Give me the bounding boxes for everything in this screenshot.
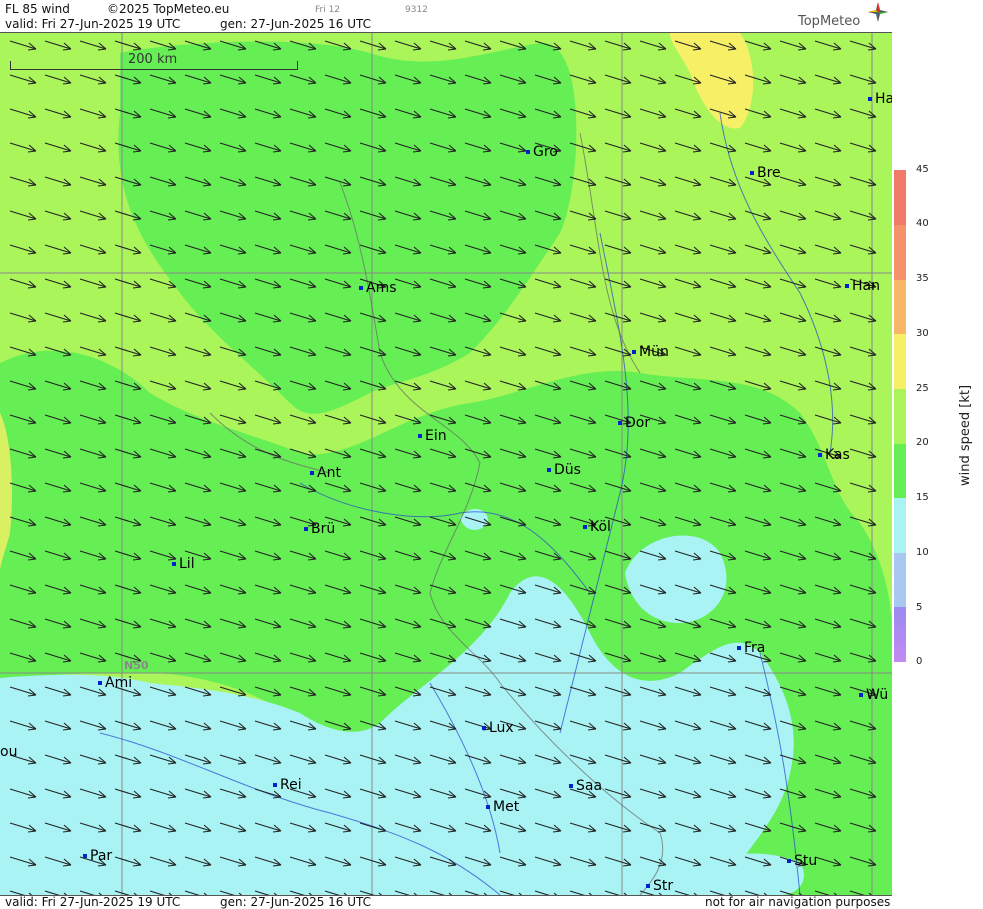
legend-band-5-10 [894,553,906,607]
legend-tick: 5 [916,602,923,613]
legend-band-20-25 [894,389,906,444]
city-label-partial: ou [0,744,18,760]
city-marker[interactable]: Mün [632,344,669,360]
city-marker[interactable]: Wü [859,687,888,703]
legend-band-0-5 [894,607,906,662]
city-dot-icon [486,805,490,809]
legend-tick: 40 [916,218,929,229]
city-dot-icon [83,854,87,858]
city-dot-icon [583,525,587,529]
city-dot-icon [868,97,872,101]
legend-band-10-15 [894,498,906,553]
generated-time: gen: 27-Jun-2025 16 UTC [220,17,372,31]
city-dot-icon [526,150,530,154]
day-tab[interactable]: Fri 12 [315,5,340,15]
city-marker[interactable]: Kas [818,447,850,463]
footer-valid-time: valid: Fri 27-Jun-2025 19 UTC [5,895,181,909]
city-dot-icon [310,471,314,475]
wind-map[interactable]: 200 km N50 Gro Ams Bre Ha Han Mün Dor Ei… [0,32,892,896]
city-marker[interactable]: Ams [359,280,397,296]
city-marker[interactable]: Bre [750,165,781,181]
city-marker[interactable]: Str [646,878,673,894]
city-dot-icon [98,681,102,685]
legend-band-15-20 [894,444,906,498]
copyright: ©2025 TopMeteo.eu [107,2,230,16]
brand-logo: TopMeteo [798,14,861,29]
city-dot-icon [618,421,622,425]
city-marker[interactable]: Ant [310,465,341,481]
legend-tick: 35 [916,273,929,284]
city-marker[interactable]: Par [83,848,112,864]
valid-time: valid: Fri 27-Jun-2025 19 UTC [5,17,181,31]
city-dot-icon [418,434,422,438]
legend-band-25-30 [894,334,906,389]
city-dot-icon [273,783,277,787]
footer-generated-time: gen: 27-Jun-2025 16 UTC [220,895,372,909]
city-dot-icon [632,350,636,354]
city-dot-icon [482,726,486,730]
city-dot-icon [547,468,551,472]
city-marker[interactable]: Dor [618,415,650,431]
city-marker[interactable]: Gro [526,144,558,160]
city-marker[interactable]: Stu [787,853,817,869]
city-dot-icon [304,527,308,531]
compass-star-icon [868,2,888,22]
city-dot-icon [646,884,650,888]
legend-band-40-45 [894,170,906,225]
city-marker[interactable]: Ein [418,428,447,444]
city-dot-icon [750,171,754,175]
city-dot-icon [569,784,573,788]
city-marker[interactable]: Köl [583,519,611,535]
wind-speed-legend [894,170,906,662]
scale-label: 200 km [128,52,178,67]
city-marker[interactable]: Saa [569,778,602,794]
city-marker[interactable]: Han [845,278,880,294]
city-marker[interactable]: Lux [482,720,514,736]
city-dot-icon [845,284,849,288]
city-marker[interactable]: Düs [547,462,581,478]
legend-tick: 20 [916,437,929,448]
legend-tick: 10 [916,547,929,558]
legend-tick: 15 [916,492,929,503]
city-marker[interactable]: Ami [98,675,132,691]
city-marker[interactable]: Fra [737,640,765,656]
legend-tick: 30 [916,328,929,339]
city-dot-icon [818,453,822,457]
footer-disclaimer: not for air navigation purposes [705,895,891,909]
city-dot-icon [859,693,863,697]
legend-tick: 25 [916,383,929,394]
product-title: FL 85 wind [5,2,70,16]
legend-band-35-40 [894,225,906,280]
city-marker[interactable]: Brü [304,521,335,537]
legend-title: wind speed [kt] [958,384,973,486]
city-marker[interactable]: Ha [868,91,892,107]
legend-band-30-35 [894,280,906,334]
legend-tick: 45 [916,164,929,175]
latitude-label: N50 [124,659,149,672]
city-marker[interactable]: Lil [172,556,195,572]
city-dot-icon [787,859,791,863]
city-marker[interactable]: Rei [273,777,302,793]
product-code: 9312 [405,5,428,15]
city-dot-icon [737,646,741,650]
city-dot-icon [172,562,176,566]
city-dot-icon [359,286,363,290]
city-marker[interactable]: Met [486,799,519,815]
legend-tick: 0 [916,656,923,667]
